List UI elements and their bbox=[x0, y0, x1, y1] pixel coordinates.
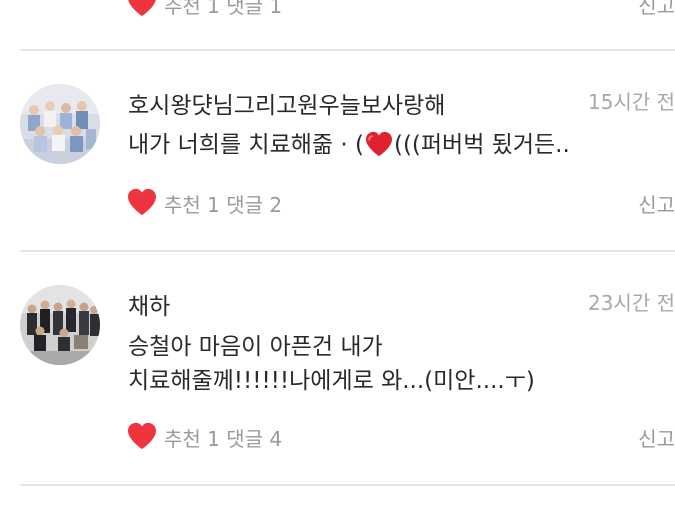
recommend-count: 추천 1 bbox=[164, 427, 220, 451]
comment-actions: 추천 1 댓글 4 신고 bbox=[127, 421, 675, 451]
divider bbox=[20, 484, 675, 486]
heart-icon[interactable] bbox=[127, 0, 157, 17]
recommend-reply-count[interactable]: 추천 1 댓글 2 bbox=[164, 189, 282, 218]
reply-count: 댓글 4 bbox=[226, 427, 283, 451]
report-link[interactable]: 신고 bbox=[638, 423, 675, 452]
red-heart-emoji-icon bbox=[365, 131, 392, 157]
comment-text-line: 승철아 마음이 아픈건 내가 bbox=[128, 334, 383, 360]
report-link[interactable]: 신고 bbox=[638, 0, 675, 19]
comment-time: 15시간 전 bbox=[587, 90, 675, 114]
heart-icon[interactable] bbox=[127, 188, 157, 216]
comment-time: 23시간 전 bbox=[587, 291, 675, 315]
avatar[interactable] bbox=[20, 84, 100, 164]
divider bbox=[20, 49, 675, 51]
reply-count: 댓글 1 bbox=[226, 0, 283, 18]
recommend-count: 추천 1 bbox=[164, 193, 220, 217]
reply-count: 댓글 2 bbox=[226, 193, 283, 217]
comment-actions: 추천 1 댓글 2 신고 bbox=[127, 187, 675, 217]
comment-author[interactable]: 채하 bbox=[128, 287, 170, 321]
previous-comment-actions: 추천 1 댓글 1 신고 bbox=[127, 0, 675, 18]
recommend-reply-count[interactable]: 추천 1 댓글 1 bbox=[164, 0, 282, 19]
comment-author[interactable]: 호시왕댯님그리고원우늘보사랑해 bbox=[128, 86, 445, 120]
comment-list: 추천 1 댓글 1 신고 호시왕댯님그리고원우늘보사랑해 15시간 전 내가 너… bbox=[0, 0, 675, 506]
heart-icon[interactable] bbox=[127, 422, 157, 450]
comment-text-line: 치료해줄께!!!!!!나에게로 와...(미안....ㅜ) bbox=[128, 368, 535, 394]
divider bbox=[20, 250, 675, 252]
recommend-reply-count[interactable]: 추천 1 댓글 4 bbox=[164, 423, 282, 452]
recommend-count: 추천 1 bbox=[164, 0, 220, 18]
report-link[interactable]: 신고 bbox=[638, 189, 675, 218]
comment-text: 내가 너희를 치료해줆 · ( (((퍼버벅 됬거든.. bbox=[128, 128, 570, 162]
avatar[interactable] bbox=[20, 285, 100, 365]
comment-text-part: (((퍼버벅 됬거든.. bbox=[393, 132, 570, 158]
comment-text-part: 내가 너희를 치료해줆 · ( bbox=[128, 132, 364, 158]
